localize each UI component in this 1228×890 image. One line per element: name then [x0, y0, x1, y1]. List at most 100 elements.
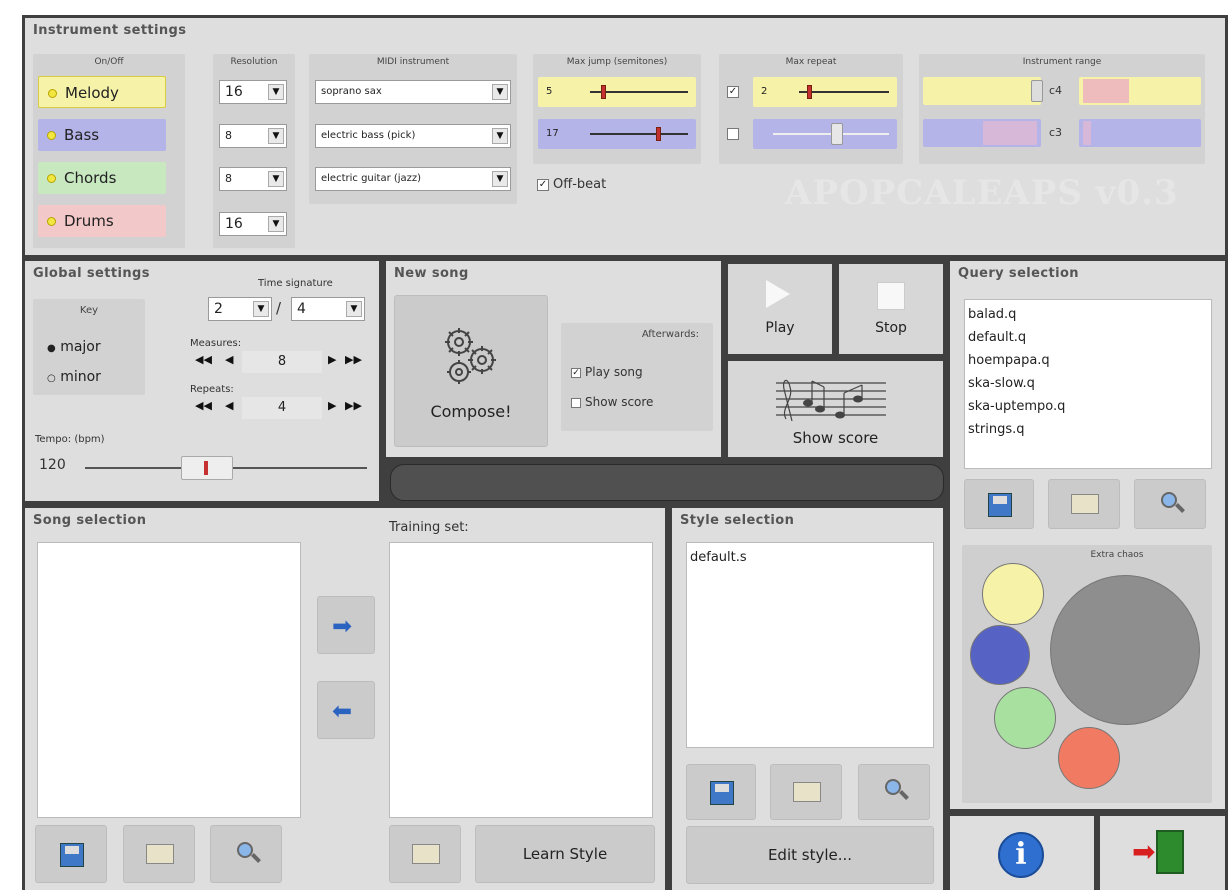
add-to-training-button[interactable]: ➡ [317, 596, 375, 654]
melody-repeat-checkbox[interactable]: ✓ [727, 86, 739, 98]
stop-button[interactable]: Stop [839, 264, 943, 354]
slider-knob[interactable] [181, 456, 233, 480]
chords-chaos-circle[interactable] [994, 687, 1056, 749]
dropdown-arrow-icon[interactable]: ▼ [268, 171, 284, 187]
exit-button[interactable]: ➡ [1100, 816, 1225, 890]
training-set-list[interactable] [389, 542, 653, 818]
drums-chaos-circle[interactable] [1058, 727, 1120, 789]
list-item[interactable]: strings.q [968, 418, 1208, 441]
list-item[interactable]: ska-uptempo.q [968, 395, 1208, 418]
chords-toggle[interactable]: Chords [38, 162, 166, 194]
compose-button[interactable]: Compose! [394, 295, 548, 447]
drums-toggle[interactable]: Drums [38, 205, 166, 237]
bass-range-low[interactable] [923, 119, 1041, 147]
dropdown-arrow-icon[interactable]: ▼ [492, 84, 508, 100]
master-chaos-circle[interactable] [1050, 575, 1200, 725]
chords-label: Chords [64, 169, 117, 187]
melody-chaos-circle[interactable] [982, 563, 1044, 625]
play-song-checkbox[interactable]: ✓ [571, 368, 581, 378]
folder-icon [412, 844, 440, 864]
app-window: Instrument settings On/Off Melody Bass C… [22, 15, 1228, 890]
melody-range-low[interactable] [923, 77, 1043, 105]
list-item[interactable]: default.s [690, 546, 930, 569]
bass-repeat-checkbox[interactable] [727, 128, 739, 140]
measures-stepper[interactable]: ◀◀ ◀ 8 ▶ ▶▶ [190, 351, 370, 373]
query-save-button[interactable] [964, 479, 1034, 529]
rewind-icon[interactable]: ◀◀ [195, 399, 212, 412]
dropdown-arrow-icon[interactable]: ▼ [268, 128, 284, 144]
step-back-icon[interactable]: ◀ [225, 399, 233, 412]
offbeat-checkbox[interactable]: ✓ [537, 179, 549, 191]
slider-knob[interactable] [807, 85, 812, 99]
dropdown-arrow-icon[interactable]: ▼ [492, 171, 508, 187]
minor-radio[interactable]: ○ minor [47, 369, 101, 385]
dropdown-arrow-icon[interactable]: ▼ [253, 301, 269, 317]
song-save-button[interactable] [35, 825, 107, 883]
step-forward-icon[interactable]: ▶ [328, 353, 336, 366]
song-search-button[interactable] [210, 825, 282, 883]
song-open-button[interactable] [123, 825, 195, 883]
learn-style-button[interactable]: Learn Style [475, 825, 655, 883]
song-list[interactable] [37, 542, 301, 818]
style-list[interactable]: default.s [686, 542, 934, 748]
rewind-icon[interactable]: ◀◀ [195, 353, 212, 366]
melody-repeat-slider[interactable]: 2 [753, 77, 897, 107]
list-item[interactable]: balad.q [968, 303, 1208, 326]
fast-forward-icon[interactable]: ▶▶ [345, 353, 362, 366]
bass-repeat-slider[interactable] [753, 119, 897, 149]
play-button[interactable]: Play [728, 264, 832, 354]
dropdown-arrow-icon[interactable]: ▼ [268, 216, 284, 232]
floppy-disk-icon [988, 493, 1012, 517]
bass-range-note: c3 [1049, 126, 1063, 139]
edit-style-button[interactable]: Edit style... [686, 826, 934, 884]
tempo-slider[interactable] [85, 456, 367, 480]
measures-field[interactable]: 8 [242, 351, 322, 373]
list-item[interactable]: default.q [968, 326, 1208, 349]
bass-toggle[interactable]: Bass [38, 119, 166, 151]
melody-midi-select[interactable]: soprano sax ▼ [315, 80, 511, 104]
slider-knob[interactable] [601, 85, 606, 99]
dropdown-arrow-icon[interactable]: ▼ [268, 84, 284, 100]
melody-range-high[interactable] [1079, 77, 1201, 105]
query-open-button[interactable] [1048, 479, 1120, 529]
slider-knob[interactable] [656, 127, 661, 141]
bass-midi-select[interactable]: electric bass (pick) ▼ [315, 124, 511, 148]
list-item[interactable]: hoempapa.q [968, 349, 1208, 372]
fast-forward-icon[interactable]: ▶▶ [345, 399, 362, 412]
show-score-button[interactable]: Show score [728, 361, 943, 457]
list-item[interactable]: ska-slow.q [968, 372, 1208, 395]
repeats-stepper[interactable]: ◀◀ ◀ 4 ▶ ▶▶ [190, 397, 370, 419]
show-score-checkbox[interactable] [571, 398, 581, 408]
chords-midi-select[interactable]: electric guitar (jazz) ▼ [315, 167, 511, 191]
drums-resolution-select[interactable]: 16 ▼ [219, 212, 287, 236]
step-back-icon[interactable]: ◀ [225, 353, 233, 366]
time-denominator-select[interactable]: 4 ▼ [291, 297, 365, 321]
melody-jump-slider[interactable]: 5 [538, 77, 696, 107]
slider-knob[interactable] [831, 123, 843, 145]
bass-range-high[interactable] [1079, 119, 1201, 147]
melody-resolution-select[interactable]: 16 ▼ [219, 80, 287, 104]
range-knob[interactable] [1031, 80, 1043, 102]
style-save-button[interactable] [686, 764, 756, 820]
repeats-field[interactable]: 4 [242, 397, 322, 419]
style-selection-title: Style selection [680, 513, 795, 528]
style-search-button[interactable] [858, 764, 930, 820]
query-list[interactable]: balad.q default.q hoempapa.q ska-slow.q … [964, 299, 1212, 469]
time-slash: / [276, 299, 282, 317]
chords-resolution-select[interactable]: 8 ▼ [219, 167, 287, 191]
query-search-button[interactable] [1134, 479, 1206, 529]
bass-jump-slider[interactable]: 17 [538, 119, 696, 149]
melody-toggle[interactable]: Melody [38, 76, 166, 108]
info-button[interactable]: i [950, 816, 1094, 890]
remove-from-training-button[interactable]: ⬅ [317, 681, 375, 739]
training-open-button[interactable] [389, 825, 461, 883]
maxjump-group: Max jump (semitones) 5 17 [533, 54, 701, 164]
dropdown-arrow-icon[interactable]: ▼ [346, 301, 362, 317]
style-open-button[interactable] [770, 764, 842, 820]
dropdown-arrow-icon[interactable]: ▼ [492, 128, 508, 144]
time-numerator-select[interactable]: 2 ▼ [208, 297, 272, 321]
step-forward-icon[interactable]: ▶ [328, 399, 336, 412]
bass-chaos-circle[interactable] [970, 625, 1030, 685]
major-radio[interactable]: ● major [47, 339, 101, 355]
bass-resolution-select[interactable]: 8 ▼ [219, 124, 287, 148]
